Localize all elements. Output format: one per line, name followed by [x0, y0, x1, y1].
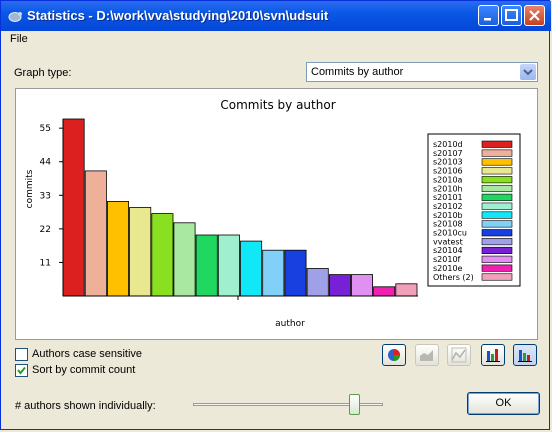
legend-swatch — [481, 176, 513, 184]
maximize-icon — [505, 9, 518, 21]
bar-s2010b — [240, 240, 263, 297]
checkmark-icon — [17, 366, 26, 375]
legend-label: s2010d — [433, 140, 463, 149]
statistics-window: Statistics - D:\work\vva\studying\2010\s… — [0, 0, 551, 430]
chart-title: Commits by author — [220, 98, 335, 112]
minimize-icon — [484, 18, 491, 21]
legend: s2010ds20107s20103s20106s2010as2010hs201… — [427, 133, 521, 287]
legend-label: s2010a — [433, 175, 463, 184]
graph-type-select[interactable]: Commits by author — [306, 62, 538, 82]
legend-label: s2010h — [433, 184, 463, 193]
commits-chart: Commits by author commits author 11 22 33 4… — [25, 98, 521, 329]
graph-type-label: Graph type: — [14, 67, 72, 79]
graph-type-value: Commits by author — [311, 66, 404, 78]
tortoise-icon — [8, 12, 22, 22]
legend-swatch — [481, 220, 513, 228]
legend-label: s2010e — [433, 264, 463, 273]
legend-swatch — [481, 193, 513, 201]
bar-vvatest — [306, 268, 329, 297]
window-title: Statistics - D:\work\vva\studying\2010\s… — [27, 8, 329, 23]
y-tick-label: 44 — [40, 158, 52, 168]
bars — [62, 118, 418, 300]
legend-label: s2010f — [433, 255, 461, 264]
y-tick-label: 55 — [40, 124, 51, 134]
menu-file[interactable]: File — [10, 33, 28, 45]
bar-s20108 — [262, 249, 285, 297]
stacked-bar-icon — [486, 349, 500, 362]
bar-s20102 — [217, 234, 240, 297]
minimize-button[interactable] — [478, 5, 499, 26]
y-axis-label: commits — [25, 169, 35, 208]
maximize-button[interactable] — [501, 5, 522, 26]
chevron-down-icon — [523, 69, 533, 76]
legend-label: s2010cu — [433, 229, 467, 238]
title-bar[interactable]: Statistics - D:\work\vva\studying\2010\s… — [1, 1, 551, 31]
legend-swatch — [481, 229, 513, 237]
dropdown-button[interactable] — [520, 64, 536, 80]
pie-chart-icon — [388, 349, 400, 361]
slider-handle[interactable] — [349, 394, 360, 415]
area-chart-button[interactable] — [415, 344, 439, 366]
bar-s2010d — [62, 118, 85, 297]
legend-swatch — [481, 202, 513, 210]
line-chart-button[interactable] — [447, 344, 471, 366]
y-tick-label: 33 — [40, 191, 51, 201]
sort-by-count-checkbox[interactable] — [15, 364, 28, 377]
close-icon — [529, 10, 540, 21]
legend-swatch — [481, 167, 513, 175]
legend-label: s20101 — [433, 193, 463, 202]
bar-s20107 — [84, 170, 107, 297]
y-axis-ticks: 11 22 33 44 55 — [40, 124, 63, 268]
stacked-bar-button[interactable] — [481, 344, 505, 366]
legend-label: s20107 — [433, 149, 463, 158]
close-button[interactable] — [524, 5, 545, 26]
y-tick-label: 22 — [40, 225, 51, 235]
legend-swatch — [481, 255, 513, 263]
bar-s2010cu — [284, 249, 307, 297]
case-sensitive-label: Authors case sensitive — [32, 348, 143, 360]
bar-others-2- — [395, 283, 418, 297]
bar-s2010e — [373, 286, 396, 297]
legend-swatch — [481, 264, 513, 272]
bar-s20106 — [129, 207, 152, 297]
bar-s2010h — [173, 222, 196, 297]
pie-chart-button[interactable] — [382, 344, 406, 366]
case-sensitive-checkbox[interactable] — [15, 348, 28, 361]
bar-s20103 — [107, 201, 130, 297]
bar-s20104 — [328, 274, 351, 297]
area-chart-icon — [420, 350, 433, 361]
bar-chart-icon — [518, 350, 532, 362]
x-axis-label: author — [275, 319, 305, 329]
bar-chart-button[interactable] — [513, 344, 537, 366]
legend-swatch — [481, 140, 513, 148]
legend-label: s20103 — [433, 158, 463, 167]
legend-swatch — [481, 246, 513, 254]
legend-label: s20102 — [433, 202, 463, 211]
legend-swatch — [481, 184, 513, 193]
ok-button[interactable]: OK — [467, 392, 540, 415]
bar-s20101 — [195, 234, 218, 297]
chart-panel: Commits by author commits author 11 22 33 4… — [15, 88, 538, 340]
bar-s2010f — [350, 274, 373, 297]
legend-swatch — [481, 273, 513, 281]
sort-by-count-label: Sort by commit count — [32, 364, 136, 376]
legend-label: s20106 — [433, 167, 463, 176]
menu-bar: File — [1, 31, 549, 49]
legend-swatch — [481, 149, 513, 157]
authors-shown-label: # authors shown individually: — [15, 400, 156, 412]
legend-swatch — [481, 238, 513, 246]
line-chart-icon — [451, 347, 467, 363]
legend-swatch — [481, 211, 513, 219]
legend-label: s2010b — [433, 211, 463, 220]
legend-label: s20108 — [433, 220, 463, 229]
bar-s2010a — [151, 213, 174, 297]
y-tick-label: 11 — [40, 258, 51, 268]
legend-label: s20104 — [433, 246, 463, 255]
legend-label: Others (2) — [433, 273, 474, 282]
legend-swatch — [481, 158, 513, 166]
legend-label: vvatest — [433, 237, 463, 246]
